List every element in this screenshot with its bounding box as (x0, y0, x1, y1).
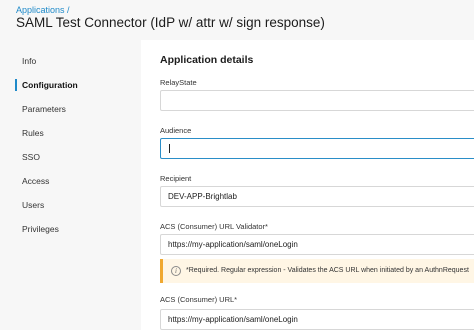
page-header: Applications / SAML Test Connector (IdP … (0, 0, 474, 40)
section-title: Application details (160, 54, 254, 66)
main-content: Application details RelayState Audience … (141, 40, 474, 330)
app-window: Applications / SAML Test Connector (IdP … (0, 0, 474, 330)
acs-validator-label: ACS (Consumer) URL Validator* (160, 222, 268, 231)
acs-url-input[interactable] (160, 309, 474, 330)
relaystate-input[interactable] (160, 90, 474, 111)
required-info-notice: i *Required. Regular expression - Valida… (160, 259, 474, 283)
audience-input[interactable] (160, 138, 474, 159)
breadcrumb-applications-link[interactable]: Applications / (16, 5, 70, 15)
sidebar-item-privileges[interactable]: Privileges (0, 219, 141, 239)
sidebar-item-configuration[interactable]: Configuration (0, 75, 141, 95)
sidebar-item-parameters[interactable]: Parameters (0, 99, 141, 119)
acs-validator-input[interactable] (160, 234, 474, 255)
recipient-label: Recipient (160, 174, 192, 183)
info-text: *Required. Regular expression - Validate… (186, 267, 469, 274)
sidebar-item-sso[interactable]: SSO (0, 147, 141, 167)
page-title: SAML Test Connector (IdP w/ attr w/ sign… (16, 15, 325, 30)
info-icon: i (171, 266, 181, 276)
acs-url-label: ACS (Consumer) URL* (160, 295, 238, 304)
recipient-input[interactable] (160, 186, 474, 207)
audience-label: Audience (160, 126, 192, 135)
sidebar-item-rules[interactable]: Rules (0, 123, 141, 143)
sidebar-item-info[interactable]: Info (0, 51, 141, 71)
sidebar-item-access[interactable]: Access (0, 171, 141, 191)
sidebar-nav: Info Configuration Parameters Rules SSO … (0, 40, 141, 330)
text-cursor (169, 144, 170, 153)
relaystate-label: RelayState (160, 78, 197, 87)
sidebar-item-users[interactable]: Users (0, 195, 141, 215)
